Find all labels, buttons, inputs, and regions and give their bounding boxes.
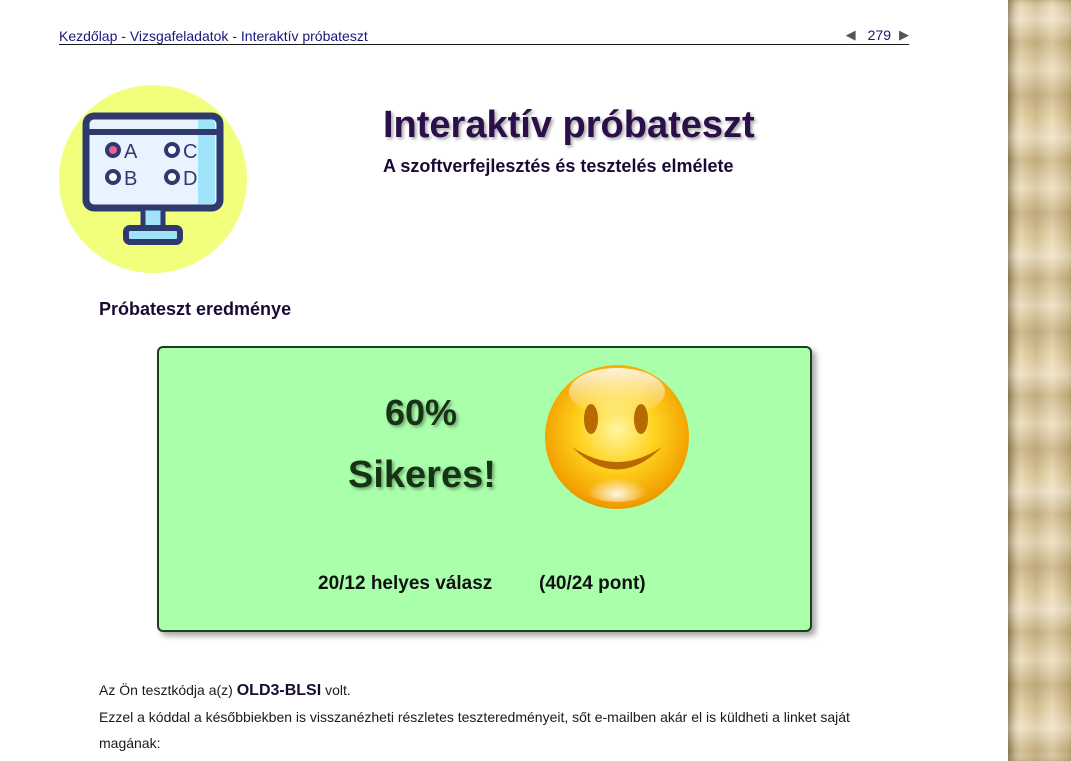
smiley-face-icon: [542, 362, 692, 512]
info-text: Az Ön tesztkódja a(z) OLD3-BLSI volt. Ez…: [99, 677, 899, 756]
result-heading: Próbateszt eredménye: [99, 299, 292, 319]
breadcrumb-section-link[interactable]: Vizsgafeladatok: [130, 28, 229, 44]
breadcrumb-separator: -: [121, 28, 126, 44]
result-status: Sikeres!: [348, 454, 496, 496]
pager: ◀ 279 ▶: [846, 27, 909, 43]
page: Kezdőlap - Vizsgafeladatok - Interaktív …: [0, 0, 1008, 761]
info-description: Ezzel a kóddal a későbbiekben is visszan…: [99, 709, 850, 751]
option-label: D: [183, 168, 197, 190]
page-title: Interaktív próbateszt: [383, 104, 755, 146]
correct-answers: 20/12 helyes válasz: [318, 573, 493, 594]
page-subtitle: A szoftverfejlesztés és tesztelés elméle…: [383, 156, 734, 176]
quiz-monitor-icon: A C B D: [59, 85, 247, 273]
points: (40/24 pont): [539, 573, 646, 594]
result-panel: 60% Sikeres! 20/12 helyes válasz (40/24 …: [157, 346, 812, 632]
breadcrumb-separator: -: [232, 28, 237, 44]
top-navigation-bar: Kezdőlap - Vizsgafeladatok - Interaktív …: [59, 26, 909, 45]
test-code-line: Az Ön tesztkódja a(z) OLD3-BLSI volt.: [99, 677, 899, 704]
breadcrumb: Kezdőlap - Vizsgafeladatok - Interaktív …: [59, 28, 368, 44]
breadcrumb-home-link[interactable]: Kezdőlap: [59, 28, 117, 44]
breadcrumb-current-link[interactable]: Interaktív próbateszt: [241, 28, 368, 44]
page-number: 279: [867, 27, 891, 43]
score-percent: 60%: [385, 392, 458, 433]
triangle-right-icon[interactable]: ▶: [899, 27, 909, 43]
wood-side-panel: [1008, 0, 1071, 761]
option-label: B: [124, 168, 137, 190]
option-label: A: [124, 141, 138, 163]
test-code-suffix: volt.: [325, 682, 351, 698]
test-code-prefix: Az Ön tesztkódja a(z): [99, 682, 233, 698]
option-label: C: [183, 141, 197, 163]
test-code: OLD3-BLSI: [236, 682, 322, 699]
triangle-left-icon[interactable]: ◀: [846, 27, 856, 43]
